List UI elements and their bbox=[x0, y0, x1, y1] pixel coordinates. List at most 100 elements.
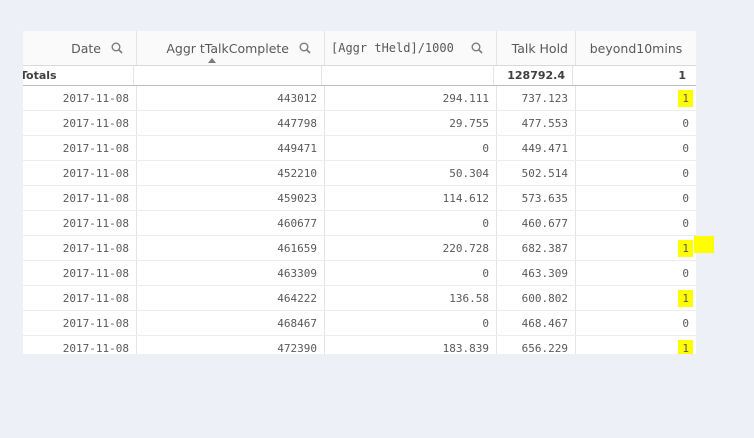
cell-value: 449471 bbox=[277, 141, 317, 155]
cell-value: 472390 bbox=[277, 341, 317, 355]
cell-value: 0 bbox=[482, 266, 489, 280]
cell-talk-complete: 461659 bbox=[137, 236, 325, 260]
table-row[interactable]: 2017-11-08 468467 0 468.467 0 bbox=[23, 311, 696, 336]
cell-value: 443012 bbox=[277, 91, 317, 105]
cell-held: 0 bbox=[325, 261, 497, 285]
cell-talk-hold: 573.635 bbox=[497, 186, 576, 210]
header-beyond-label: beyond10mins bbox=[589, 40, 683, 56]
cell-date: 2017-11-08 bbox=[23, 111, 137, 135]
cell-value: 2017-11-08 bbox=[62, 316, 129, 330]
cell-held: 183.839 bbox=[325, 336, 497, 354]
cell-value: 468.467 bbox=[521, 316, 568, 330]
cell-held: 29.755 bbox=[325, 111, 497, 135]
cell-beyond: 0 bbox=[576, 311, 696, 335]
header-held[interactable]: [Aggr tHeld]/1000 bbox=[325, 31, 497, 65]
cell-value: 0 bbox=[682, 166, 689, 180]
search-icon[interactable] bbox=[111, 42, 123, 54]
cell-date: 2017-11-08 bbox=[23, 186, 137, 210]
cell-value: 2017-11-08 bbox=[62, 216, 129, 230]
header-beyond[interactable]: beyond10mins bbox=[576, 31, 696, 65]
cell-talk-complete: 459023 bbox=[137, 186, 325, 210]
header-talk-complete[interactable]: Aggr tTalkComplete bbox=[137, 31, 325, 65]
header-talk-hold[interactable]: Talk Hold bbox=[497, 31, 576, 65]
cell-value: 2017-11-08 bbox=[62, 116, 129, 130]
cell-value: 1 bbox=[678, 89, 693, 107]
cell-value: 0 bbox=[482, 141, 489, 155]
cell-beyond: 1 bbox=[576, 336, 696, 354]
cell-value: 294.111 bbox=[442, 91, 489, 105]
cell-value: 2017-11-08 bbox=[62, 241, 129, 255]
cell-date: 2017-11-08 bbox=[23, 211, 137, 235]
header-date-label: Date bbox=[71, 40, 101, 56]
table-row[interactable]: 2017-11-08 464222 136.58 600.802 1 bbox=[23, 286, 696, 311]
search-icon[interactable] bbox=[471, 42, 483, 54]
cell-value: 463.309 bbox=[521, 266, 568, 280]
cell-value: 737.123 bbox=[521, 91, 568, 105]
cell-value: 0 bbox=[682, 216, 689, 230]
table-row[interactable]: 2017-11-08 459023 114.612 573.635 0 bbox=[23, 186, 696, 211]
totals-talk-complete bbox=[134, 66, 322, 85]
cell-talk-hold: 682.387 bbox=[497, 236, 576, 260]
cell-talk-complete: 468467 bbox=[137, 311, 325, 335]
cell-value: 2017-11-08 bbox=[62, 191, 129, 205]
cell-value: 0 bbox=[682, 266, 689, 280]
cell-date: 2017-11-08 bbox=[23, 311, 137, 335]
table-row[interactable]: 2017-11-08 463309 0 463.309 0 bbox=[23, 261, 696, 286]
cell-talk-hold: 502.514 bbox=[497, 161, 576, 185]
cell-talk-hold: 463.309 bbox=[497, 261, 576, 285]
table-row[interactable]: 2017-11-08 447798 29.755 477.553 0 bbox=[23, 111, 696, 136]
cell-value: 0 bbox=[682, 116, 689, 130]
table-row[interactable]: 2017-11-08 452210 50.304 502.514 0 bbox=[23, 161, 696, 186]
cell-value: 1 bbox=[678, 339, 693, 354]
cell-talk-hold: 449.471 bbox=[497, 136, 576, 160]
search-icon[interactable] bbox=[299, 42, 311, 54]
table-row[interactable]: 2017-11-08 460677 0 460.677 0 bbox=[23, 211, 696, 236]
totals-beyond-value: 1 bbox=[678, 69, 686, 82]
cell-beyond: 1 bbox=[576, 236, 696, 260]
cell-value: 477.553 bbox=[521, 116, 568, 130]
totals-label-text: Totals bbox=[23, 69, 57, 82]
cell-value: 460.677 bbox=[521, 216, 568, 230]
cell-value: 114.612 bbox=[442, 191, 489, 205]
cell-held: 294.111 bbox=[325, 86, 497, 110]
cell-value: 0 bbox=[482, 316, 489, 330]
cell-beyond: 1 bbox=[576, 286, 696, 310]
totals-row: Totals 128792.4 1 bbox=[23, 66, 696, 86]
cell-talk-complete: 447798 bbox=[137, 111, 325, 135]
cell-value: 447798 bbox=[277, 116, 317, 130]
cell-beyond: 0 bbox=[576, 186, 696, 210]
cell-held: 0 bbox=[325, 211, 497, 235]
cell-value: 1 bbox=[678, 239, 693, 257]
cell-value: 468467 bbox=[277, 316, 317, 330]
cell-date: 2017-11-08 bbox=[23, 236, 137, 260]
cell-date: 2017-11-08 bbox=[23, 336, 137, 354]
table-row[interactable]: 2017-11-08 461659 220.728 682.387 1 bbox=[23, 236, 696, 261]
cell-talk-complete: 460677 bbox=[137, 211, 325, 235]
cell-value: 502.514 bbox=[521, 166, 568, 180]
cell-talk-hold: 600.802 bbox=[497, 286, 576, 310]
cell-value: 2017-11-08 bbox=[62, 341, 129, 355]
table-row[interactable]: 2017-11-08 449471 0 449.471 0 bbox=[23, 136, 696, 161]
cell-value: 136.58 bbox=[449, 291, 489, 305]
cell-date: 2017-11-08 bbox=[23, 86, 137, 110]
cell-date: 2017-11-08 bbox=[23, 261, 137, 285]
cell-talk-complete: 463309 bbox=[137, 261, 325, 285]
cell-beyond: 0 bbox=[576, 261, 696, 285]
table-row[interactable]: 2017-11-08 472390 183.839 656.229 1 bbox=[23, 336, 696, 354]
sort-ascending-icon bbox=[208, 58, 216, 63]
totals-label: Totals bbox=[23, 66, 134, 85]
cell-talk-hold: 477.553 bbox=[497, 111, 576, 135]
cell-value: 220.728 bbox=[442, 241, 489, 255]
totals-talk-hold: 128792.4 bbox=[494, 66, 573, 85]
cell-beyond: 0 bbox=[576, 161, 696, 185]
header-date[interactable]: Date bbox=[23, 31, 137, 65]
cell-value: 460677 bbox=[277, 216, 317, 230]
header-held-label: [Aggr tHeld]/1000 bbox=[331, 41, 454, 55]
cell-held: 0 bbox=[325, 311, 497, 335]
table-header: Date Aggr tTalkComplete [Aggr tHeld]/100… bbox=[23, 31, 696, 66]
cell-beyond: 0 bbox=[576, 136, 696, 160]
cell-value: 0 bbox=[482, 216, 489, 230]
table-row[interactable]: 2017-11-08 443012 294.111 737.123 1 bbox=[23, 86, 696, 111]
totals-beyond: 1 bbox=[573, 66, 693, 85]
cell-value: 183.839 bbox=[442, 341, 489, 355]
